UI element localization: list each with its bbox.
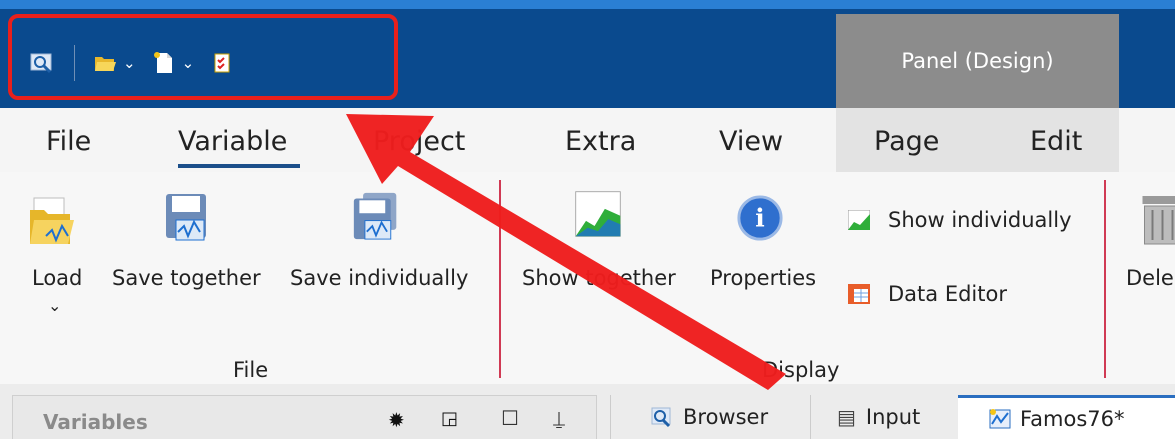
delete-label: Dele — [1126, 266, 1174, 290]
context-tab-panel-design[interactable]: Panel (Design) — [836, 14, 1119, 108]
active-tab-underline — [178, 164, 300, 168]
annotation-highlight-box — [8, 14, 398, 100]
group-title-file: File — [233, 358, 269, 382]
chevron-down-icon[interactable]: ⌄ — [48, 296, 61, 315]
tab-browser-label: Browser — [683, 405, 769, 429]
save-icon — [166, 194, 206, 241]
tab-input[interactable]: ▤ Input — [810, 395, 958, 439]
chart-small-icon — [848, 210, 870, 230]
group-separator — [1104, 180, 1106, 378]
data-editor-label: Data Editor — [888, 282, 1007, 306]
trash-icon — [1142, 196, 1175, 245]
info-icon: i — [737, 195, 783, 241]
maximize-icon[interactable]: ☐ — [501, 406, 519, 430]
properties-label: Properties — [710, 266, 817, 290]
save-together-label: Save together — [112, 266, 261, 290]
tab-view[interactable]: View — [719, 126, 783, 157]
tab-famos76[interactable]: Famos76* — [958, 395, 1175, 439]
tab-edit[interactable]: Edit — [1030, 126, 1082, 157]
variables-panel-title: Variables — [43, 410, 148, 434]
group-separator — [499, 180, 501, 378]
folder-open-icon — [30, 197, 74, 244]
tab-browser[interactable]: Browser — [610, 395, 810, 439]
save-individually-label: Save individually — [290, 266, 469, 290]
famos-document-icon — [989, 408, 1011, 428]
gear-icon[interactable]: ✹ — [388, 408, 405, 432]
table-icon — [848, 284, 870, 304]
float-window-icon[interactable]: ◲ — [441, 408, 458, 429]
show-together-label: Show together — [522, 266, 676, 290]
show-individually-label: Show individually — [888, 208, 1072, 232]
pin-icon[interactable]: ⍊ — [553, 406, 565, 430]
tab-variable[interactable]: Variable — [178, 126, 287, 157]
tab-file[interactable]: File — [46, 126, 91, 157]
chart-icon — [575, 191, 621, 237]
title-bar-strip — [0, 0, 1175, 9]
tab-project[interactable]: Project — [373, 126, 465, 157]
svg-text:i: i — [755, 204, 764, 233]
text-document-icon: ▤ — [837, 405, 856, 429]
group-title-display: Display — [762, 358, 840, 382]
search-icon — [651, 407, 671, 428]
variables-panel-header: Variables ✹ ◲ ☐ ⍊ — [12, 395, 597, 439]
tab-famos76-label: Famos76* — [1020, 406, 1125, 431]
tab-input-label: Input — [865, 405, 921, 429]
tab-page[interactable]: Page — [874, 126, 939, 157]
load-label: Load — [32, 266, 83, 290]
tab-extra[interactable]: Extra — [565, 126, 636, 157]
save-individually-icon — [353, 192, 397, 240]
